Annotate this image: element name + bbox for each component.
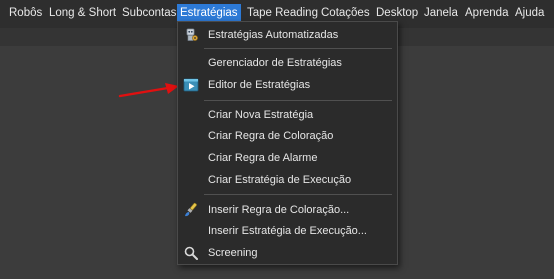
item-inserir-regra-de-coloracao[interactable]: Inserir Regra de Coloração... xyxy=(178,200,397,220)
estrategias-dropdown: Estratégias Automatizadas Gerenciador de… xyxy=(177,21,398,265)
separator xyxy=(204,100,392,101)
item-label: Criar Nova Estratégia xyxy=(208,109,314,121)
separator xyxy=(204,48,392,49)
menu-janela[interactable]: Janela xyxy=(421,4,461,23)
menu-long-short[interactable]: Long & Short xyxy=(46,4,119,23)
separator xyxy=(204,194,392,195)
item-criar-estrategia-de-execucao[interactable]: Criar Estratégia de Execução xyxy=(178,170,397,190)
menu-aprenda[interactable]: Aprenda xyxy=(462,4,511,23)
robot-gear-icon xyxy=(186,28,198,41)
item-label: Gerenciador de Estratégias xyxy=(208,57,342,69)
item-inserir-estrategia-de-execucao[interactable]: Inserir Estratégia de Execução... xyxy=(178,221,397,241)
play-editor-icon xyxy=(183,78,199,92)
item-label: Inserir Regra de Coloração... xyxy=(208,204,350,216)
item-criar-regra-de-coloracao[interactable]: Criar Regra de Coloração xyxy=(178,126,397,146)
item-label: Estratégias Automatizadas xyxy=(208,29,339,41)
item-label: Screening xyxy=(208,247,258,259)
red-arrow-icon xyxy=(118,83,179,98)
item-screening[interactable]: Screening xyxy=(178,243,397,263)
menu-subcontas[interactable]: Subcontas xyxy=(119,4,179,23)
menu-ajuda[interactable]: Ajuda xyxy=(512,4,547,23)
magnifier-icon xyxy=(184,246,198,260)
menu-robos[interactable]: Robôs xyxy=(6,4,45,23)
item-editor-de-estrategias[interactable]: Editor de Estratégias xyxy=(178,75,397,95)
item-criar-nova-estrategia[interactable]: Criar Nova Estratégia xyxy=(178,105,397,125)
item-label: Criar Regra de Coloração xyxy=(208,130,334,142)
item-criar-regra-de-alarme[interactable]: Criar Regra de Alarme xyxy=(178,148,397,168)
item-label: Inserir Estratégia de Execução... xyxy=(208,225,367,237)
item-label: Criar Estratégia de Execução xyxy=(208,174,352,186)
item-label: Editor de Estratégias xyxy=(208,79,311,91)
item-estrategias-automatizadas[interactable]: Estratégias Automatizadas xyxy=(178,25,397,45)
paint-brush-icon xyxy=(185,202,197,217)
item-label: Criar Regra de Alarme xyxy=(208,152,318,164)
item-gerenciador-de-estrategias[interactable]: Gerenciador de Estratégias xyxy=(178,53,397,73)
